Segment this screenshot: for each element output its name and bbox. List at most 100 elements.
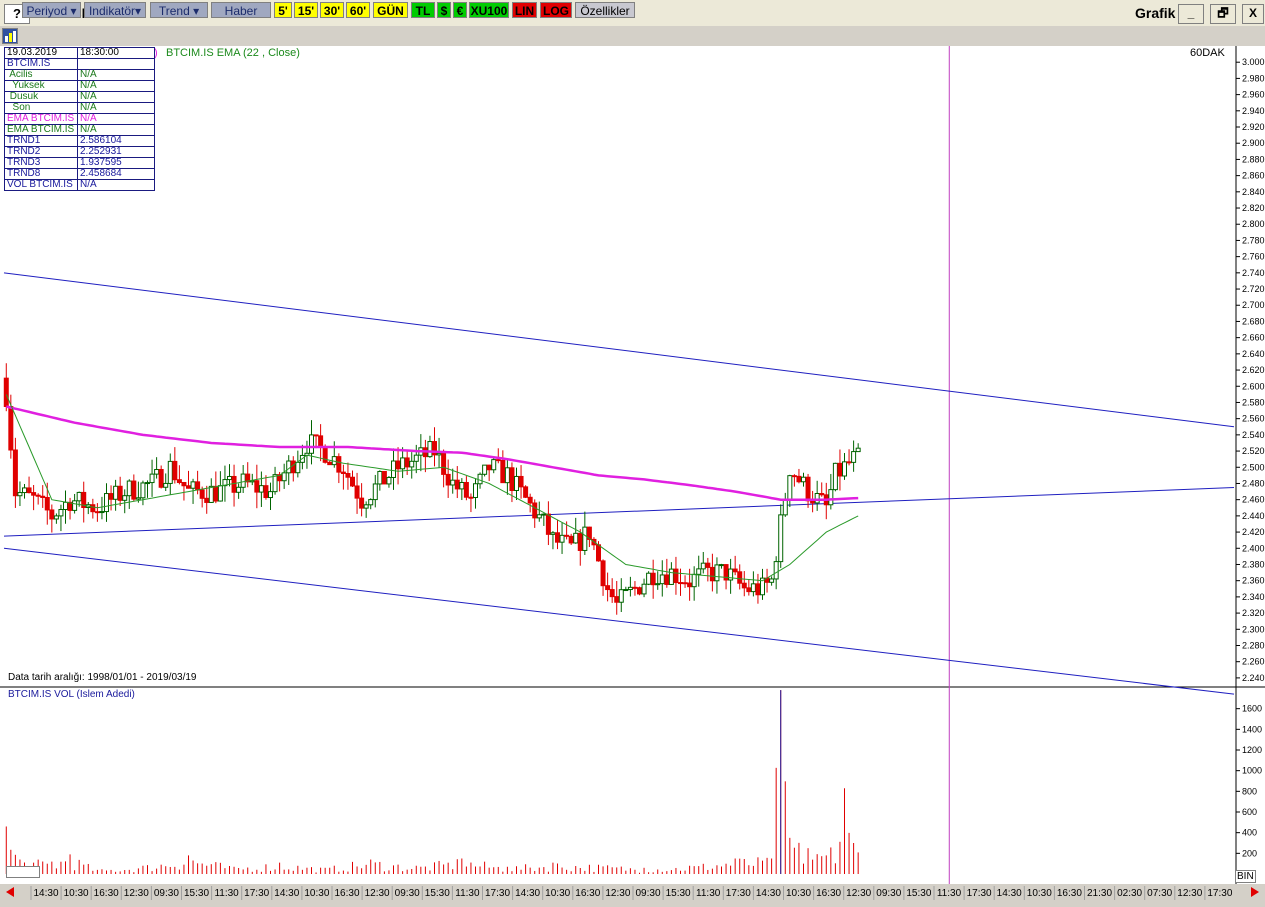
candle [559, 522, 565, 554]
candle [805, 473, 811, 508]
candle-body [190, 481, 196, 489]
scroll-left-icon[interactable] [6, 887, 14, 897]
candle-body [258, 485, 264, 493]
candle [678, 568, 683, 596]
scroll-right-icon[interactable] [1251, 887, 1259, 897]
candle [268, 482, 273, 511]
volume-tick-label: 200 [1242, 848, 1257, 858]
candle [231, 464, 237, 507]
candle [696, 555, 702, 587]
price-tick-label: 2.340 [1242, 592, 1265, 602]
candle-body [58, 509, 64, 517]
candle-body [700, 562, 706, 570]
info-row-label: TRND8 [4, 168, 78, 180]
info-row: EMA BTCIM.IS N/A [4, 124, 155, 136]
time-tick-label: 17:30 [967, 888, 992, 899]
candle-body [550, 532, 556, 535]
time-tick-label: 14:30 [33, 888, 58, 899]
candle-body [268, 491, 273, 499]
info-row-label: VOL BTCIM.IS [4, 179, 78, 191]
candle [409, 452, 415, 479]
candle [796, 468, 802, 484]
candle-body [482, 464, 488, 475]
volume-title: BTCIM.IS VOL (Islem Adedi) [8, 689, 135, 700]
price-volume-chart[interactable]: 3.000 2.980 2.960 2.940 2.920 2.900 2.880 2.860… [0, 0, 1265, 907]
candle-body [668, 568, 674, 585]
time-tick-label: 17:30 [1207, 888, 1232, 899]
time-tick-label: 11:30 [696, 888, 721, 899]
price-tick-label: 2.420 [1242, 527, 1265, 537]
time-tick-label: 16:30 [334, 888, 359, 899]
price-tick-label: 2.300 [1242, 624, 1265, 634]
candle [728, 558, 734, 594]
candle-body [596, 544, 601, 562]
candle [750, 571, 756, 597]
time-tick-label: 14:30 [756, 888, 781, 899]
info-row-value: 2.458684 [77, 168, 155, 180]
candle [450, 468, 456, 494]
candle-body [618, 589, 624, 603]
candle-body [350, 476, 355, 487]
candle-body [468, 496, 474, 499]
candle-body [454, 479, 460, 490]
candle [227, 464, 232, 487]
candle [17, 481, 23, 507]
candle [386, 475, 392, 488]
trend-line [3, 487, 1235, 537]
candle [691, 566, 697, 601]
info-row-label: Son [4, 102, 78, 114]
candle [432, 427, 437, 467]
price-tick-label: 2.700 [1242, 300, 1265, 310]
time-tick-label: 10:30 [545, 888, 570, 899]
candle-body [673, 568, 679, 584]
candle-body [523, 486, 529, 498]
candle-body [413, 454, 419, 462]
candle [536, 501, 542, 522]
candle [163, 473, 169, 492]
candle [855, 443, 861, 453]
candle [281, 463, 287, 489]
candle [491, 456, 497, 474]
candle [336, 453, 342, 484]
candle-body [486, 464, 492, 471]
candle-body [609, 589, 615, 598]
candle [359, 483, 365, 517]
candle [459, 478, 465, 501]
info-row-label: Acilis [4, 69, 78, 81]
candle-body [135, 497, 141, 500]
info-row: Acilis N/A [4, 69, 155, 81]
candle-body [787, 475, 793, 500]
candle-body [400, 457, 406, 470]
candle-body [53, 515, 59, 520]
candle [309, 420, 314, 465]
candle-body [427, 441, 433, 458]
candle-body [495, 459, 501, 462]
candle [149, 459, 155, 497]
time-tick-label: 15:30 [425, 888, 450, 899]
candle [555, 519, 560, 550]
candle [122, 489, 128, 514]
time-tick-label: 14:30 [997, 888, 1022, 899]
candle-body [842, 461, 847, 477]
candle-body [805, 476, 811, 502]
date-range-label: Data tarih aralığı: 1998/01/01 - 2019/03… [8, 672, 197, 683]
candle-body [363, 504, 369, 509]
candle [236, 483, 242, 499]
price-tick-label: 2.840 [1242, 187, 1265, 197]
info-row: EMA BTCIM.IS N/A [4, 113, 155, 125]
volume-tick-label: 1400 [1242, 724, 1262, 734]
candle [167, 453, 173, 495]
candle-body [655, 583, 661, 586]
candle [473, 478, 478, 509]
candle [445, 459, 451, 498]
candle [354, 472, 360, 514]
info-row-value: N/A [77, 91, 155, 103]
time-tick-label: 10:30 [64, 888, 89, 899]
candle-body [336, 456, 342, 473]
candle-body [855, 447, 861, 453]
candle [582, 511, 588, 555]
candle-body [614, 596, 620, 603]
candle [737, 564, 743, 590]
info-row: Son N/A [4, 102, 155, 114]
price-tick-label: 2.480 [1242, 478, 1265, 488]
